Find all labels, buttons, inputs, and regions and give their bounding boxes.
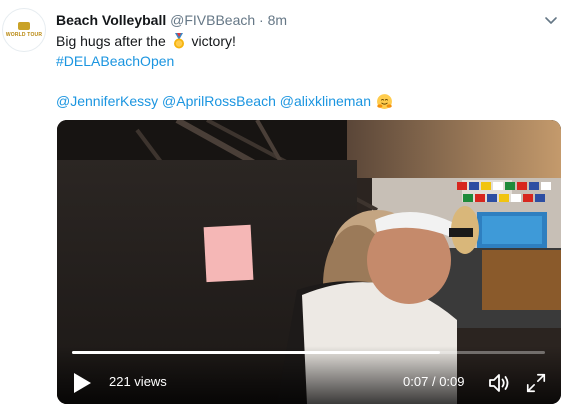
tweet-text-end: victory! — [191, 33, 236, 49]
fullscreen-icon[interactable] — [525, 372, 547, 394]
mention-link[interactable]: @AprilRossBeach — [162, 93, 276, 109]
mentions-row: @JenniferKessy @AprilRossBeach @alixklin… — [56, 91, 394, 111]
duration: 0:09 — [439, 374, 465, 389]
hashtag-link[interactable]: #DELABeachOpen — [56, 53, 174, 69]
video-player[interactable]: 221 views 0:07 / 0:09 — [57, 120, 561, 404]
fivb-logo-mark — [18, 22, 30, 30]
tweet-header: Beach Volleyball @FIVBBeach · 8m — [56, 10, 529, 30]
time-separator: / — [431, 374, 436, 389]
playback-time: 0:07 / 0:09 — [403, 374, 465, 390]
time-separator: · — [259, 12, 264, 28]
mention-link[interactable]: @alixklineman — [280, 93, 371, 109]
progress-bar[interactable] — [72, 351, 545, 354]
hugging-face-icon — [376, 94, 392, 109]
tweet-text: Big hugs after the victory! — [56, 31, 236, 51]
handle[interactable]: @FIVBBeach — [170, 12, 255, 28]
tweet-text-start: Big hugs after the — [56, 33, 166, 49]
timestamp[interactable]: 8m — [268, 12, 287, 28]
medal-icon — [173, 33, 184, 49]
display-name[interactable]: Beach Volleyball — [56, 12, 166, 28]
current-time: 0:07 — [403, 374, 429, 389]
tweet-avatar[interactable]: WORLD TOUR — [2, 8, 46, 52]
chevron-down-icon[interactable] — [543, 12, 559, 28]
play-icon[interactable] — [72, 372, 92, 394]
hashtag-row: #DELABeachOpen — [56, 51, 174, 71]
avatar-text: WORLD TOUR — [5, 32, 43, 38]
mention-link[interactable]: @JenniferKessy — [56, 93, 158, 109]
view-count: 221 views — [109, 374, 167, 389]
volume-icon[interactable] — [487, 371, 511, 395]
progress-fill — [72, 351, 440, 354]
